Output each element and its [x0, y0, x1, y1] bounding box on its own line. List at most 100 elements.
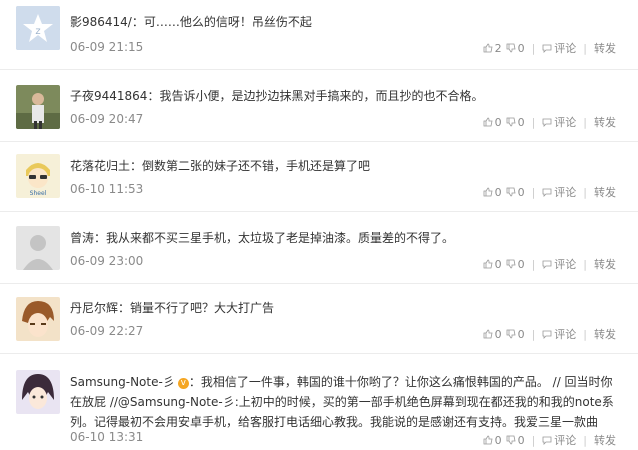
comment-actions: 0 0 | 评论 | 转发: [483, 114, 616, 130]
comment-actions: 0 0 | 评论 | 转发: [483, 326, 616, 342]
comment-icon: [542, 330, 552, 339]
cartoon-avatar-icon: Sheel: [16, 154, 60, 198]
dislike-button[interactable]: 0: [506, 258, 525, 271]
svg-text:Sheel: Sheel: [30, 190, 47, 197]
anime-girl-avatar-icon: [16, 370, 60, 414]
reply-button[interactable]: 评论: [542, 40, 576, 56]
username-link[interactable]: 花落花归土: [70, 159, 130, 173]
forward-label: 转发: [594, 258, 616, 271]
reply-button[interactable]: 评论: [542, 256, 576, 272]
avatar[interactable]: [16, 297, 60, 341]
dislike-count: 0: [517, 41, 525, 55]
dislike-count: 0: [517, 185, 525, 199]
like-count: 2: [494, 41, 502, 55]
like-count: 0: [494, 185, 502, 199]
forward-button[interactable]: 转发: [594, 184, 616, 200]
dislike-count: 0: [517, 115, 525, 129]
like-button[interactable]: 0: [483, 116, 502, 129]
dislike-button[interactable]: 0: [506, 186, 525, 199]
default-person-avatar-icon: [16, 226, 60, 270]
comment-item: 子夜9441864：我告诉小便，是边抄边抹黑对手搞来的，而且抄的也不合格。 06…: [0, 70, 638, 142]
avatar[interactable]: Sheel: [16, 154, 60, 198]
comment-body: 倒数第二张的妹子还不错，手机还是算了吧: [142, 159, 371, 173]
thumbs-up-icon: [483, 259, 493, 269]
like-count: 0: [494, 327, 502, 341]
timestamp: 06-09 22:27: [70, 324, 144, 338]
comment-text: 丹尼尔辉：销量不行了吧？大大打广告: [70, 301, 275, 315]
timestamp: 06-09 21:15: [70, 40, 144, 54]
username-link[interactable]: 曾涛: [70, 231, 94, 245]
comment-text: 曾涛：我从来都不买三星手机，太垃圾了老是掉油漆。质量差的不得了。: [70, 231, 455, 245]
dislike-button[interactable]: 0: [506, 116, 525, 129]
comment-icon: [542, 188, 552, 197]
anime-avatar-icon: [16, 297, 60, 341]
forward-button[interactable]: 转发: [594, 432, 616, 448]
comment-item: Samsung-Note-彡 v ：我相信了一件事，韩国的谁十你哟了？让你这么痛恨韩…: [0, 354, 638, 450]
thumbs-down-icon: [506, 117, 516, 127]
thumbs-up-icon: [483, 435, 493, 445]
reply-button[interactable]: 评论: [542, 326, 576, 342]
like-button[interactable]: 0: [483, 258, 502, 271]
photo-avatar-icon: [16, 85, 60, 129]
reply-button[interactable]: 评论: [542, 432, 576, 448]
dislike-count: 0: [517, 327, 525, 341]
reply-label: 评论: [554, 186, 577, 199]
timestamp: 06-10 11:53: [70, 182, 144, 196]
like-button[interactable]: 0: [483, 186, 502, 199]
timestamp: 06-09 23:00: [70, 254, 144, 268]
avatar[interactable]: [16, 370, 60, 414]
username-link[interactable]: 影986414/: [70, 15, 132, 29]
forward-label: 转发: [594, 42, 616, 55]
like-count: 0: [494, 433, 502, 447]
forward-label: 转发: [594, 434, 616, 447]
comment-icon: [542, 44, 552, 53]
forward-label: 转发: [594, 186, 616, 199]
username-link[interactable]: Samsung-Note-彡: [70, 375, 175, 389]
comment-text: 子夜9441864：我告诉小便，是边抄边抹黑对手搞来的，而且抄的也不合格。: [70, 89, 484, 103]
reply-label: 评论: [554, 116, 577, 129]
username-link[interactable]: 丹尼尔辉: [70, 301, 118, 315]
like-button[interactable]: 0: [483, 434, 502, 447]
comment-body: 我从来都不买三星手机，太垃圾了老是掉油漆。质量差的不得了。: [106, 231, 455, 245]
dislike-button[interactable]: 0: [506, 328, 525, 341]
thumbs-up-icon: [483, 43, 493, 53]
like-count: 0: [494, 115, 502, 129]
reply-button[interactable]: 评论: [542, 184, 576, 200]
reply-button[interactable]: 评论: [542, 114, 576, 130]
thumbs-down-icon: [506, 435, 516, 445]
dislike-button[interactable]: 0: [506, 434, 525, 447]
comment-icon: [542, 118, 552, 127]
thumbs-up-icon: [483, 187, 493, 197]
forward-button[interactable]: 转发: [594, 40, 616, 56]
avatar[interactable]: [16, 226, 60, 270]
comment-item: 丹尼尔辉：销量不行了吧？大大打广告 06-09 22:27 0 0 | 评论 |…: [0, 284, 638, 354]
reply-label: 评论: [554, 42, 577, 55]
thumbs-down-icon: [506, 329, 516, 339]
reply-label: 评论: [554, 434, 577, 447]
thumbs-up-icon: [483, 117, 493, 127]
thumbs-down-icon: [506, 43, 516, 53]
dislike-button[interactable]: 0: [506, 42, 525, 55]
forward-button[interactable]: 转发: [594, 326, 616, 342]
like-button[interactable]: 0: [483, 328, 502, 341]
forward-label: 转发: [594, 116, 616, 129]
like-count: 0: [494, 257, 502, 271]
reply-label: 评论: [554, 328, 577, 341]
comment-item: 曾涛：我从来都不买三星手机，太垃圾了老是掉油漆。质量差的不得了。 06-09 2…: [0, 212, 638, 284]
comment-actions: 0 0 | 评论 | 转发: [483, 184, 616, 200]
forward-button[interactable]: 转发: [594, 114, 616, 130]
comment-text: 影986414/：可……他么的信呀！吊丝伤不起: [70, 15, 312, 29]
comment-actions: 2 0 | 评论 | 转发: [483, 40, 616, 56]
avatar[interactable]: [16, 85, 60, 129]
comment-list: z 影986414/：可……他么的信呀！吊丝伤不起 06-09 21:15 2 …: [0, 0, 638, 450]
avatar[interactable]: z: [16, 6, 60, 50]
comment-item: z 影986414/：可……他么的信呀！吊丝伤不起 06-09 21:15 2 …: [0, 0, 638, 70]
comment-body: 可……他么的信呀！吊丝伤不起: [143, 15, 312, 29]
timestamp: 06-10 13:31: [70, 430, 144, 444]
like-button[interactable]: 2: [483, 42, 502, 55]
comment-body: 销量不行了吧？大大打广告: [130, 301, 275, 315]
thumbs-up-icon: [483, 329, 493, 339]
reply-label: 评论: [554, 258, 577, 271]
forward-button[interactable]: 转发: [594, 256, 616, 272]
username-link[interactable]: 子夜9441864: [70, 89, 147, 103]
